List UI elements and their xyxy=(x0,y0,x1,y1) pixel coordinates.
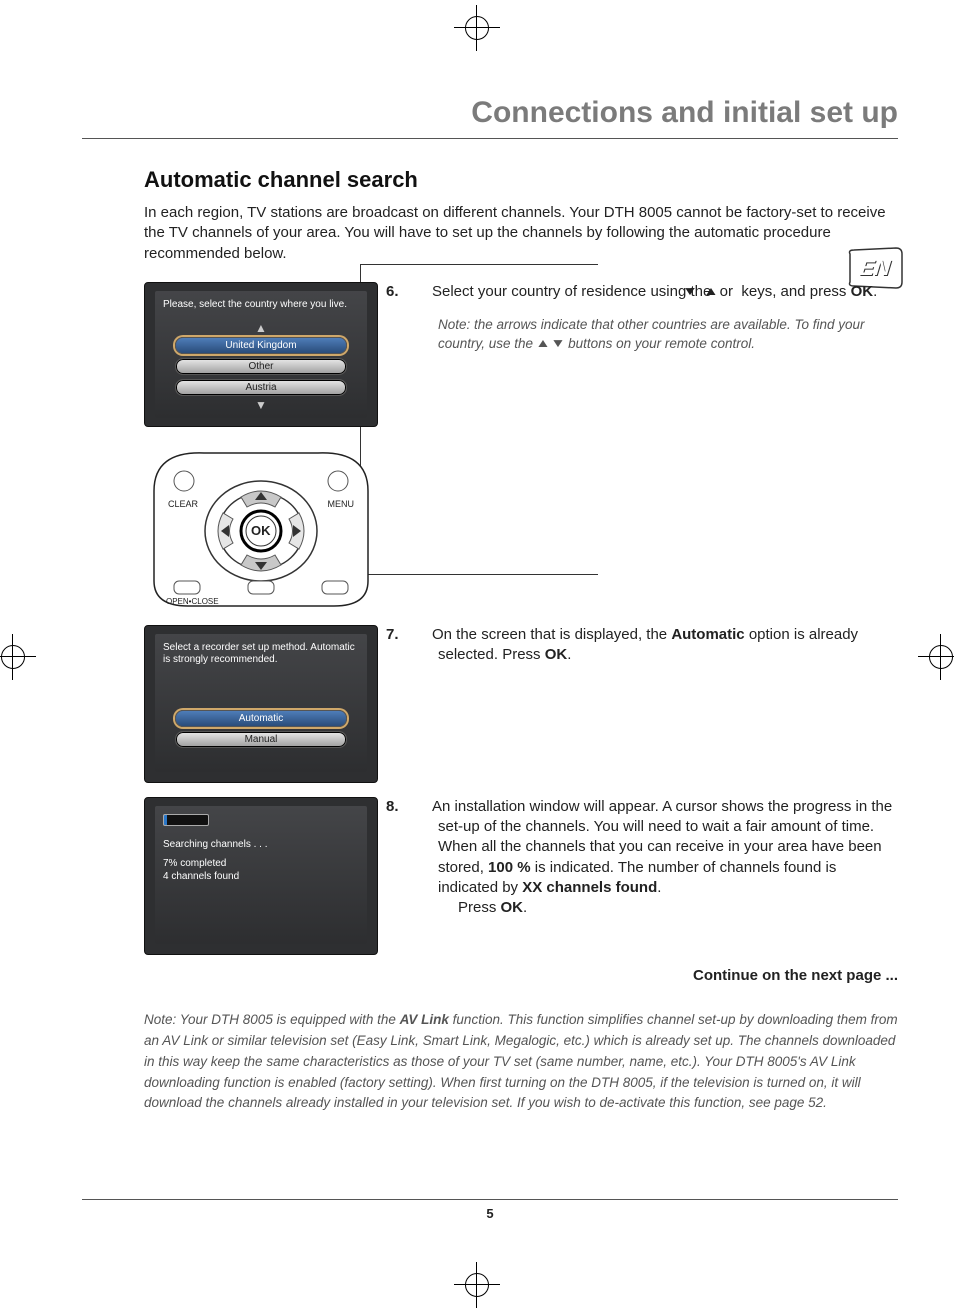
step-6-text: 6.Select your country of residence using… xyxy=(438,282,898,302)
screen-prompt: Select a recorder set up method. Automat… xyxy=(163,642,359,666)
remote-label-open: OPEN•CLOSE xyxy=(166,597,219,606)
progress-percent: 7% completed xyxy=(163,857,359,870)
section-heading: Automatic channel search xyxy=(144,167,898,193)
remote-diagram: CLEAR MENU OK OPEN•CLOSE xyxy=(144,441,378,611)
screen-prompt: Please, select the country where you liv… xyxy=(163,299,359,311)
leader-line xyxy=(360,264,598,265)
step-6-hint: Note: the arrows indicate that other cou… xyxy=(438,316,898,354)
progress-title: Searching channels . . . xyxy=(163,838,359,851)
chevron-down-icon: ▼ xyxy=(163,400,359,410)
page-number: 5 xyxy=(82,1199,898,1221)
up-arrow-icon: ▲ xyxy=(535,335,550,352)
leader-line xyxy=(360,574,598,575)
footnote: Note: Your DTH 8005 is equipped with the… xyxy=(144,1010,898,1115)
option-austria: Austria xyxy=(175,379,347,396)
remote-label-menu: MENU xyxy=(328,499,355,509)
crop-mark-left xyxy=(0,634,36,680)
screen-progress: Searching channels . . . 7% completed 4 … xyxy=(144,797,378,955)
crop-mark-right xyxy=(918,634,954,680)
down-arrow-icon: ▼ xyxy=(551,335,566,352)
progress-found: 4 channels found xyxy=(163,870,359,883)
crop-mark-top xyxy=(454,5,500,51)
progress-bar xyxy=(163,814,209,826)
step-7-text: 7.On the screen that is displayed, the A… xyxy=(438,625,898,666)
screen-setup-method: Select a recorder set up method. Automat… xyxy=(144,625,378,783)
option-other: Other xyxy=(175,358,347,375)
option-uk: United Kingdom xyxy=(175,337,347,354)
intro-text: In each region, TV stations are broadcas… xyxy=(144,203,898,264)
screen-country-select: Please, select the country where you liv… xyxy=(144,282,378,427)
remote-label-ok: OK xyxy=(251,523,271,538)
option-manual: Manual xyxy=(175,731,347,748)
continue-text: Continue on the next page ... xyxy=(144,967,898,984)
chevron-up-icon: ▲ xyxy=(163,323,359,333)
page-header: Connections and initial set up xyxy=(82,96,898,139)
step-8-text: 8.An installation window will appear. A … xyxy=(438,797,898,919)
remote-label-clear: CLEAR xyxy=(168,499,198,509)
crop-mark-bottom xyxy=(454,1262,500,1308)
option-automatic: Automatic xyxy=(175,710,347,727)
